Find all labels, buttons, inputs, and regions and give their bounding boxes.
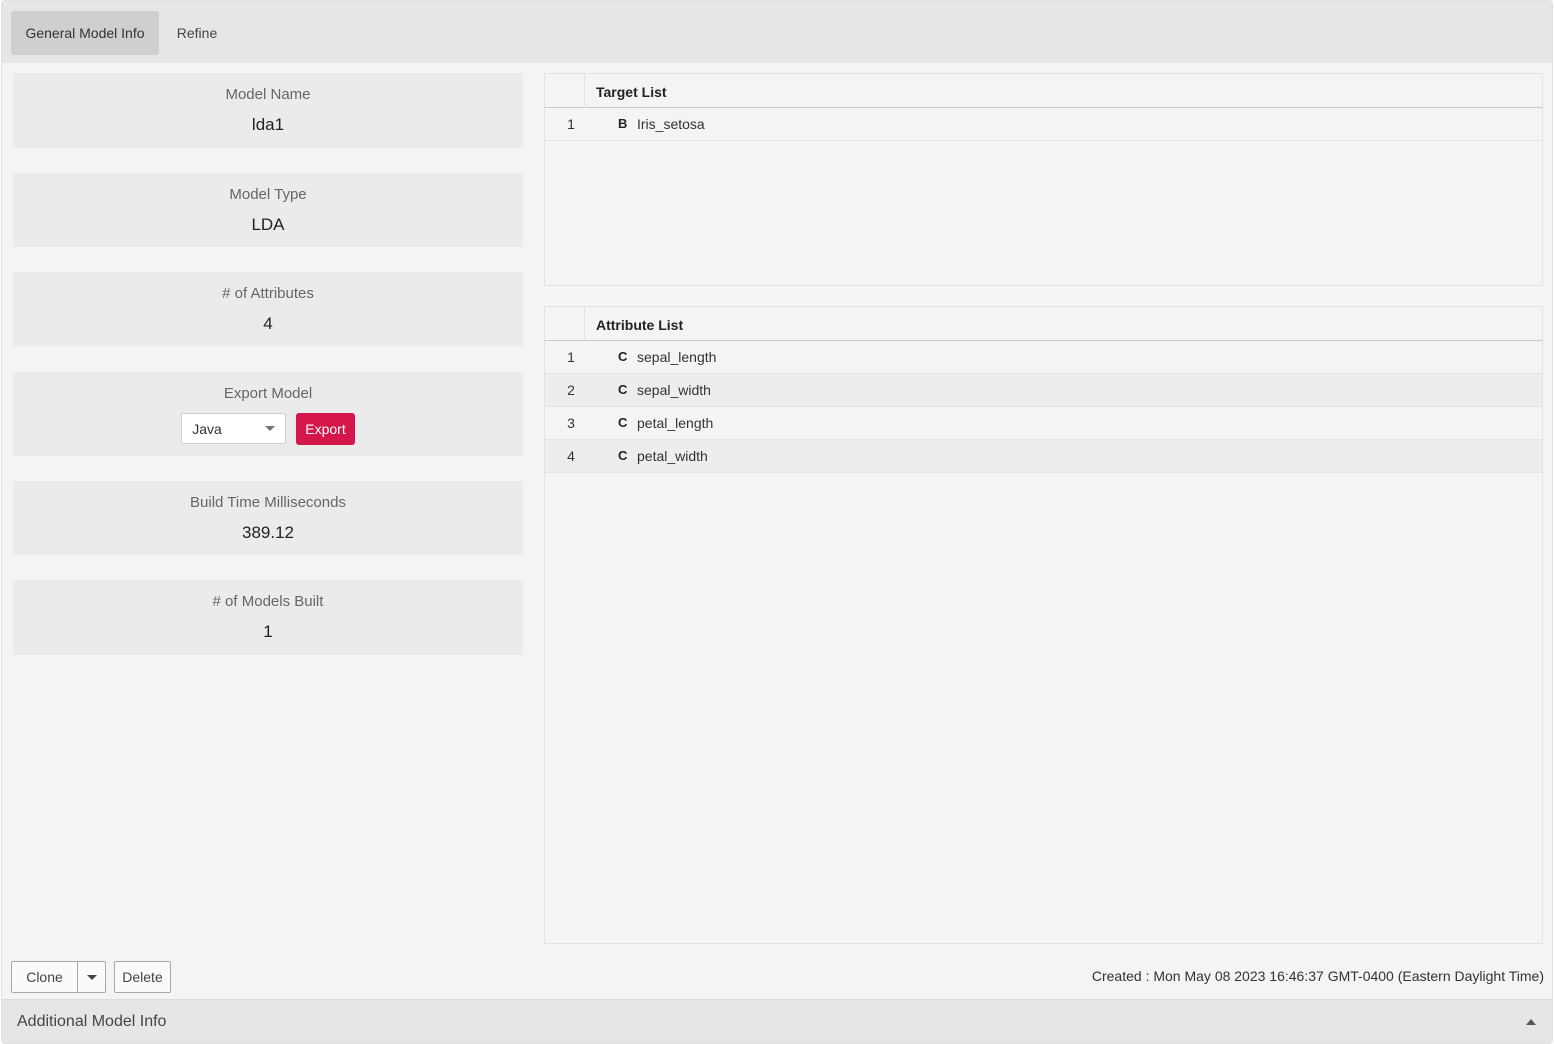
model-name-value: lda1 [251,115,285,134]
build-time-value: 389.12 [242,523,294,542]
export-format-select[interactable]: Java [181,413,287,444]
models-built-card: # of Models Built 1 [13,580,523,655]
clone-button[interactable]: Clone [11,961,77,993]
row-index: 3 [567,415,575,431]
row-name: petal_length [637,415,714,431]
row-name: Iris_setosa [637,116,705,132]
row-name: petal_width [637,448,708,464]
model-name-card: Model Name lda1 [13,73,523,148]
row-index: 2 [567,382,575,398]
row-type: C [618,382,628,397]
attribute-list-header: Attribute List [545,307,1542,341]
export-model-card: Export Model Java Export [13,372,523,456]
build-time-card: Build Time Milliseconds 389.12 [13,481,523,555]
export-button[interactable]: Export [296,413,355,445]
attribute-count-label: # of Attributes [222,285,314,302]
created-timestamp: Created : Mon May 08 2023 16:46:37 GMT-0… [1091,968,1544,984]
target-list-title: Target List [596,84,667,100]
index-column-header [545,74,585,108]
attribute-count-card: # of Attributes 4 [13,272,523,346]
row-type: C [618,448,628,463]
table-row[interactable]: 2 C sepal_width [545,374,1542,407]
row-index: 1 [567,349,575,365]
tab-bar: General Model Info Refine [2,1,1552,63]
row-index: 1 [567,116,575,132]
row-name: sepal_length [637,349,717,365]
table-row[interactable]: 1 B Iris_setosa [545,108,1542,141]
export-controls: Java Export [13,413,523,445]
row-index: 4 [567,448,575,464]
table-row[interactable]: 3 C petal_length [545,407,1542,440]
accordion-label: Additional Model Info [17,1013,167,1030]
export-model-label: Export Model [223,385,313,402]
row-type: C [618,415,628,430]
additional-model-info-accordion[interactable]: Additional Model Info [2,999,1552,1043]
table-row[interactable]: 1 C sepal_length [545,341,1542,374]
build-time-label: Build Time Milliseconds [190,494,346,511]
row-type: C [618,349,628,364]
tab-refine[interactable]: Refine [162,11,232,55]
model-name-label: Model Name [225,86,311,103]
models-built-value: 1 [263,622,273,641]
attribute-list-title: Attribute List [596,317,684,333]
attribute-count-value: 4 [263,314,273,333]
index-column-header [545,307,585,341]
model-info-window: General Model Info Refine Model Name lda… [1,0,1553,1044]
chevron-down-icon [265,426,276,431]
delete-button[interactable]: Delete [114,961,171,993]
target-list-table: Target List 1 B Iris_setosa [544,73,1543,286]
export-format-value: Java [192,420,222,437]
model-type-card: Model Type LDA [13,173,523,247]
attribute-list-table: Attribute List 1 C sepal_length 2 C sepa… [544,306,1543,944]
table-row[interactable]: 4 C petal_width [545,440,1542,473]
tab-general-model-info[interactable]: General Model Info [11,11,159,55]
target-list-header: Target List [545,74,1542,108]
clone-options-button[interactable] [77,961,106,993]
chevron-down-icon [86,974,97,980]
row-name: sepal_width [637,382,711,398]
model-type-value: LDA [251,215,285,234]
chevron-up-icon [1526,1019,1536,1025]
row-type: B [618,116,628,131]
models-built-label: # of Models Built [212,593,324,610]
model-type-label: Model Type [229,186,307,203]
